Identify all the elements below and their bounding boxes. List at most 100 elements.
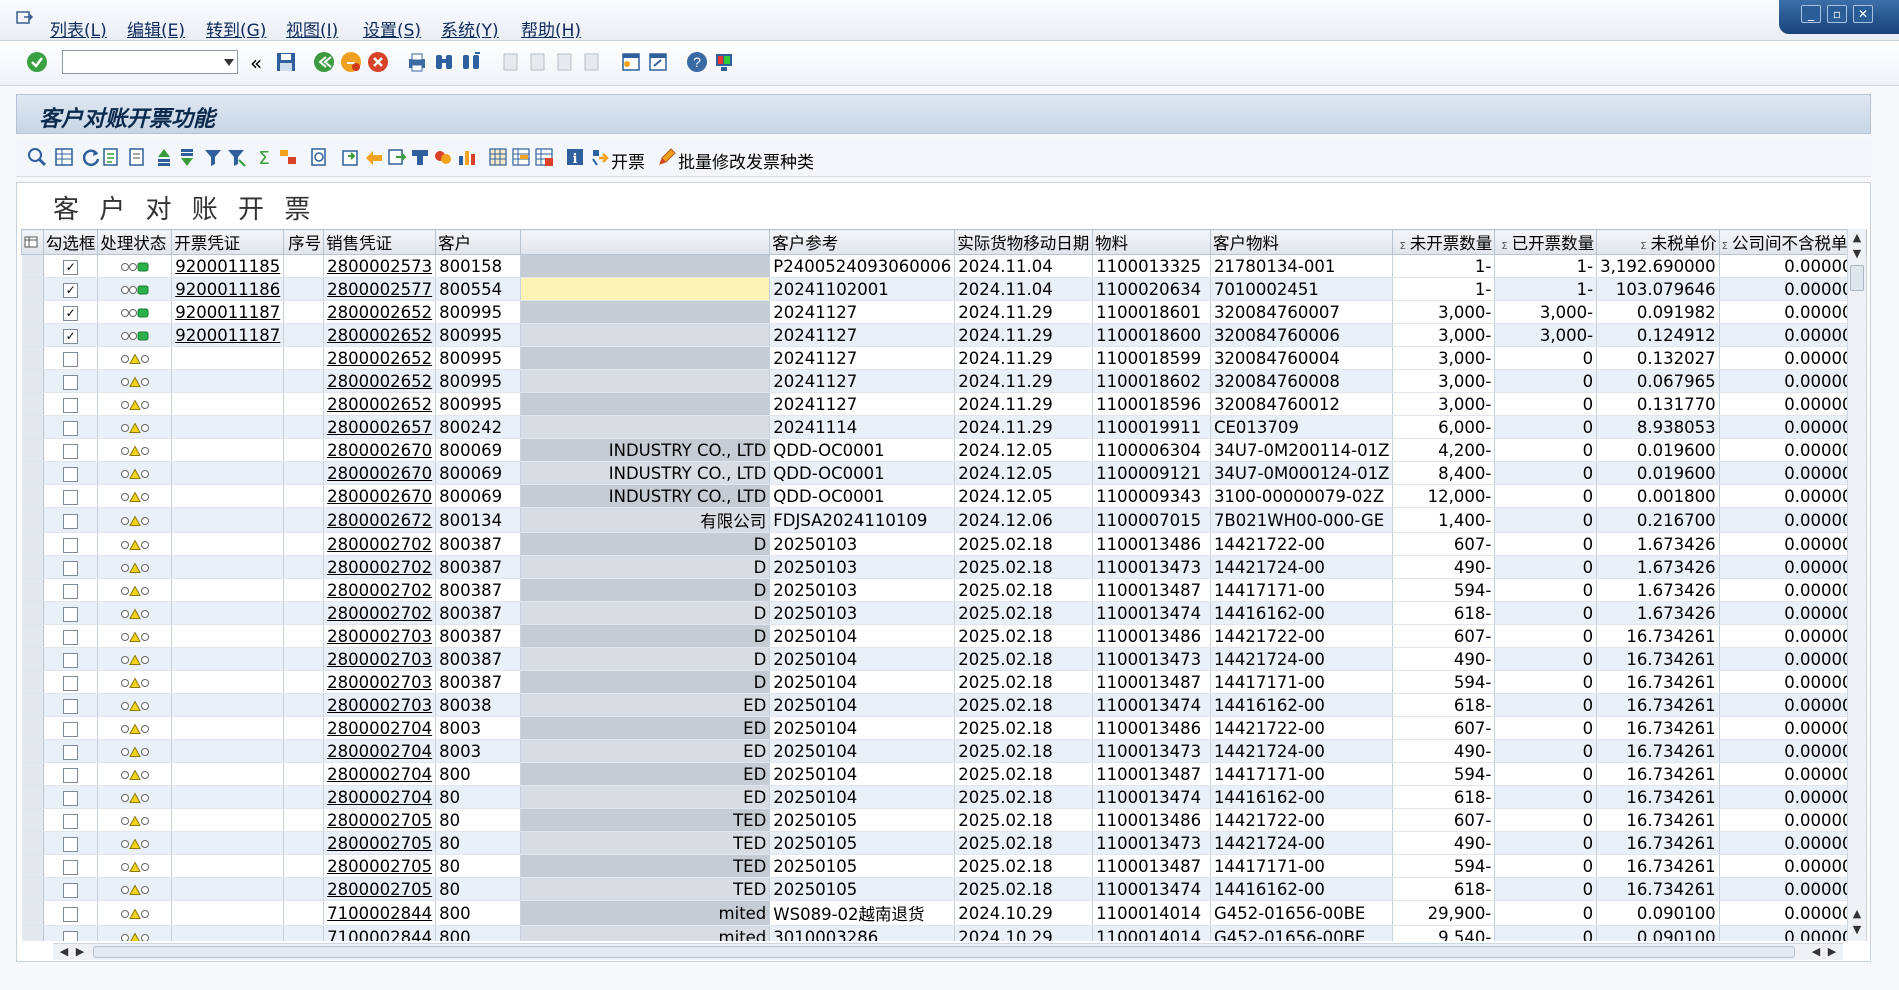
- row-selector[interactable]: [21, 484, 44, 508]
- row-checkbox[interactable]: [63, 698, 79, 714]
- shortcut-icon[interactable]: [647, 51, 669, 73]
- invoice-doc-cell[interactable]: 9200011186: [171, 277, 285, 301]
- row-checkbox-cell[interactable]: [43, 578, 99, 602]
- row-checkbox[interactable]: [63, 813, 79, 829]
- command-field[interactable]: [62, 50, 238, 74]
- invoice-icon[interactable]: [589, 146, 611, 168]
- row-checkbox[interactable]: [63, 466, 79, 482]
- row-checkbox[interactable]: ✓: [63, 305, 79, 321]
- row-selector[interactable]: [21, 900, 44, 926]
- table-row[interactable]: 2800002704 8003 ED 20250104 2025.02.18 110001…: [21, 739, 1867, 763]
- sales-doc-cell[interactable]: 2800002670: [323, 438, 437, 462]
- column-header-invoiced-qty[interactable]: Σ 已开票数量: [1494, 229, 1598, 255]
- horizontal-scroll-thumb[interactable]: [93, 946, 1795, 958]
- table-row[interactable]: 2800002652 800995 20241127 2024.11.29 110001…: [21, 392, 1867, 416]
- row-checkbox[interactable]: ✓: [63, 328, 79, 344]
- row-checkbox-cell[interactable]: [43, 716, 99, 740]
- table-row[interactable]: 7100002844 800 mited WS089-02越南退货 2024.10.29…: [21, 900, 1867, 926]
- sales-doc-cell[interactable]: 2800002703: [323, 670, 437, 694]
- sales-doc-link[interactable]: 2800002705: [327, 857, 432, 876]
- table-row[interactable]: 2800002672 800134 有限公司 FDJSA2024110109 2024.…: [21, 507, 1867, 533]
- row-checkbox[interactable]: [63, 374, 79, 390]
- row-checkbox-cell[interactable]: [43, 739, 99, 763]
- row-selector[interactable]: [21, 739, 44, 763]
- column-header-net-price[interactable]: Σ 未税单价: [1596, 229, 1720, 255]
- sales-doc-cell[interactable]: 2800002652: [323, 346, 437, 370]
- row-selector[interactable]: [21, 277, 44, 301]
- sales-doc-cell[interactable]: 2800002577: [323, 277, 437, 301]
- row-checkbox-cell[interactable]: [43, 900, 99, 926]
- export-icon[interactable]: [339, 146, 361, 168]
- menu-icon[interactable]: [16, 10, 34, 26]
- column-header-customer[interactable]: 客户: [435, 229, 521, 255]
- row-checkbox-cell[interactable]: [43, 369, 99, 393]
- column-header-uninvoiced-qty[interactable]: Σ 未开票数量: [1392, 229, 1496, 255]
- edit-pencil-icon[interactable]: [656, 146, 678, 168]
- sales-doc-link[interactable]: 2800002670: [327, 464, 432, 483]
- row-selector[interactable]: [21, 438, 44, 462]
- table-row[interactable]: 2800002657 800242 20241114 2024.11.29 110001…: [21, 415, 1867, 439]
- menu-settings[interactable]: 设置(S): [363, 16, 421, 41]
- table-view-icon[interactable]: [53, 146, 75, 168]
- invoice-button[interactable]: 开票: [611, 148, 645, 173]
- sales-doc-cell[interactable]: 2800002652: [323, 300, 437, 324]
- row-checkbox[interactable]: [63, 420, 79, 436]
- back-icon[interactable]: [313, 51, 335, 73]
- sales-doc-cell[interactable]: 2800002704: [323, 716, 437, 740]
- sales-doc-cell[interactable]: 2800002652: [323, 323, 437, 347]
- scroll-thumb[interactable]: [1850, 265, 1864, 291]
- scroll-down-icon[interactable]: ▼: [1850, 247, 1864, 261]
- row-checkbox-cell[interactable]: [43, 808, 99, 832]
- chart-icon[interactable]: [456, 146, 478, 168]
- invoice-doc-link[interactable]: 9200011185: [175, 257, 280, 276]
- sales-doc-link[interactable]: 2800002672: [327, 511, 432, 530]
- row-checkbox[interactable]: ✓: [63, 259, 79, 275]
- table-row[interactable]: 2800002652 800995 20241127 2024.11.29 110001…: [21, 369, 1867, 393]
- row-selector[interactable]: [21, 601, 44, 625]
- table-row[interactable]: ✓ 9200011187 2800002652 800995 20241127 2024.…: [21, 323, 1867, 347]
- sales-doc-cell[interactable]: 2800002652: [323, 392, 437, 416]
- table-row[interactable]: 2800002703 800387 D 20250104 2025.02.18 11000…: [21, 624, 1867, 648]
- find-icon[interactable]: [433, 51, 455, 73]
- row-selector[interactable]: [21, 925, 44, 941]
- scroll-up-bottom-icon[interactable]: ▲: [1850, 907, 1864, 921]
- invoice-doc-link[interactable]: 9200011186: [175, 280, 280, 299]
- row-selector[interactable]: [21, 647, 44, 671]
- row-checkbox[interactable]: [63, 629, 79, 645]
- row-selector[interactable]: [21, 624, 44, 648]
- sales-doc-link[interactable]: 2800002705: [327, 811, 432, 830]
- sales-doc-link[interactable]: 2800002652: [327, 349, 432, 368]
- sales-doc-link[interactable]: 2800002704: [327, 742, 432, 761]
- sales-doc-link[interactable]: 2800002703: [327, 696, 432, 715]
- row-selector[interactable]: [21, 507, 44, 533]
- invoice-doc-link[interactable]: 9200011187: [175, 303, 280, 322]
- row-selector[interactable]: [21, 254, 44, 278]
- sales-doc-cell[interactable]: 7100002844: [323, 925, 437, 941]
- horizontal-scrollbar[interactable]: ◀ ▶ ◀ ▶: [53, 943, 1843, 960]
- row-checkbox[interactable]: [63, 744, 79, 760]
- sales-doc-link[interactable]: 2800002705: [327, 834, 432, 853]
- sales-doc-cell[interactable]: 2800002657: [323, 415, 437, 439]
- table-row[interactable]: 2800002670 800069 INDUSTRY CO., LTD QDD-OC0…: [21, 484, 1867, 508]
- sales-doc-link[interactable]: 2800002702: [327, 535, 432, 554]
- row-checkbox[interactable]: [63, 443, 79, 459]
- row-checkbox-cell[interactable]: ✓: [43, 323, 99, 347]
- sales-doc-cell[interactable]: 2800002702: [323, 578, 437, 602]
- table-row[interactable]: 2800002702 800387 D 20250103 2025.02.18 11000…: [21, 555, 1867, 579]
- row-checkbox[interactable]: [63, 583, 79, 599]
- row-checkbox[interactable]: ✓: [63, 282, 79, 298]
- row-checkbox[interactable]: [63, 767, 79, 783]
- batch-change-invoice-type-button[interactable]: 批量修改发票种类: [678, 148, 814, 173]
- column-header-checkbox[interactable]: 勾选框: [42, 229, 99, 255]
- sales-doc-link[interactable]: 2800002703: [327, 673, 432, 692]
- sales-doc-cell[interactable]: 2800002705: [323, 877, 437, 901]
- table-row[interactable]: 2800002704 800 ED 20250104 2025.02.18 1100013…: [21, 762, 1867, 786]
- row-checkbox-cell[interactable]: [43, 831, 99, 855]
- row-selector[interactable]: [21, 461, 44, 485]
- row-checkbox-cell[interactable]: [43, 601, 99, 625]
- table-row[interactable]: 2800002705 80 TED 20250105 2025.02.18 1100013…: [21, 854, 1867, 878]
- row-selector[interactable]: [21, 532, 44, 556]
- enter-check-icon[interactable]: [26, 51, 48, 73]
- column-header-material[interactable]: 物料: [1092, 229, 1211, 255]
- row-selector[interactable]: [21, 670, 44, 694]
